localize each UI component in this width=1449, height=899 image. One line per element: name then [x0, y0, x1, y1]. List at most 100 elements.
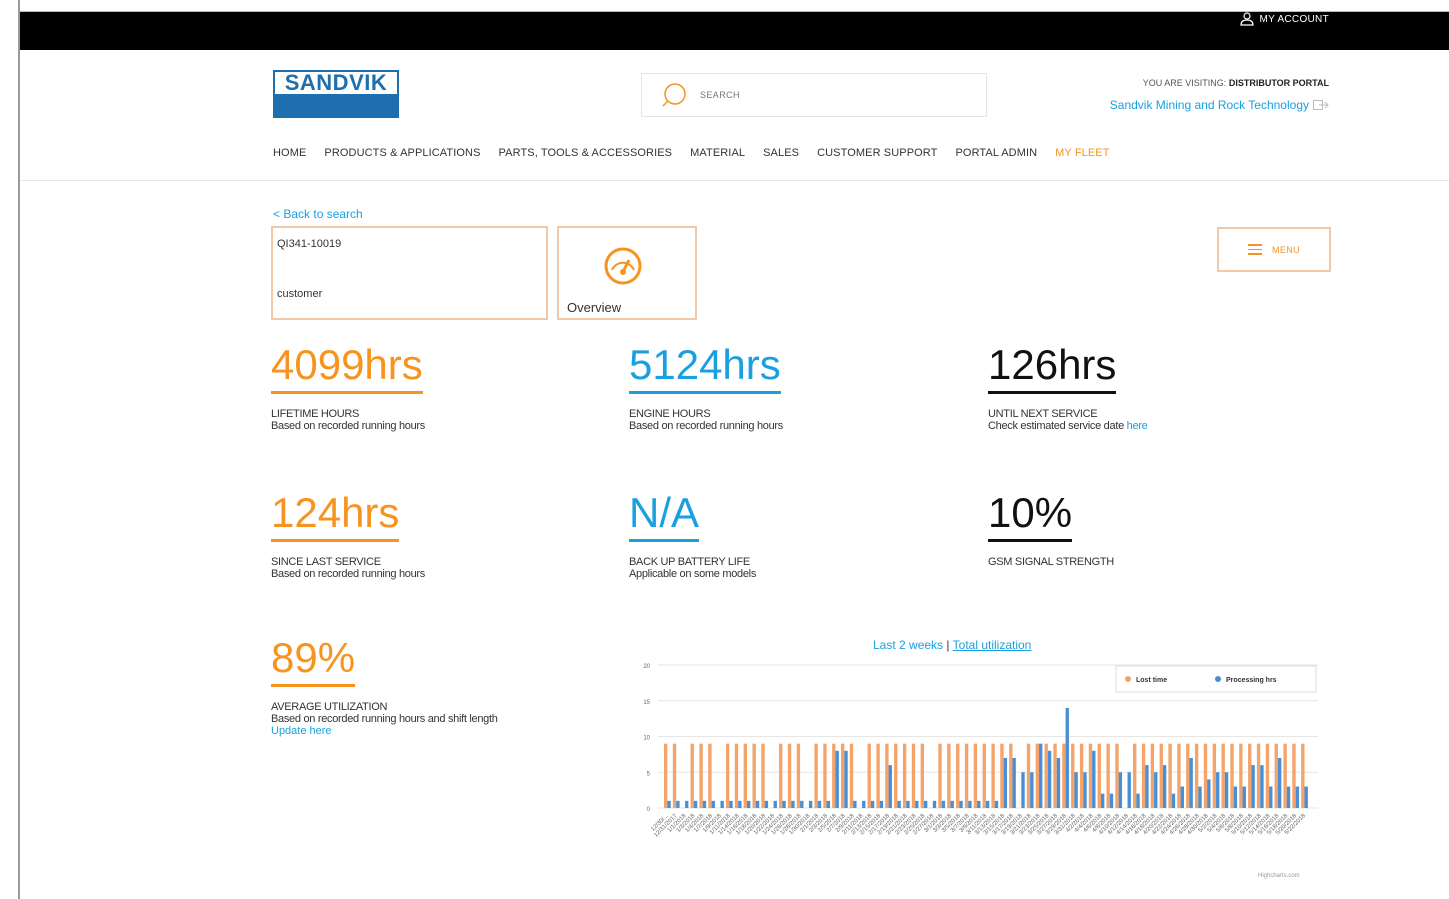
- bar-lost-time: [1177, 743, 1181, 808]
- bar-processing-hrs: [959, 800, 963, 808]
- nav-item-sales[interactable]: SALES: [763, 147, 799, 159]
- stat-label: SINCE LAST SERVICE: [271, 556, 381, 568]
- stat-label: BACK UP BATTERY LIFE: [629, 556, 750, 568]
- bar-lost-time: [1115, 743, 1119, 808]
- stat-value[interactable]: 89%: [271, 634, 356, 687]
- bar-processing-hrs: [870, 800, 875, 808]
- overview-label: Overview: [567, 300, 622, 315]
- sandvik-logo[interactable]: SANDVIK: [273, 70, 399, 118]
- stat-label: ENGINE HOURS: [629, 408, 711, 420]
- stat-value[interactable]: N/A: [629, 489, 700, 542]
- bar-processing-hrs: [1162, 765, 1167, 808]
- logo-text: SANDVIK: [275, 72, 397, 94]
- bar-processing-hrs: [1109, 793, 1114, 808]
- y-tick-label: 20: [643, 664, 650, 670]
- nav-item-products-applications[interactable]: PRODUCTS & APPLICATIONS: [324, 147, 480, 159]
- bar-lost-time: [1274, 743, 1278, 808]
- nav-item-material[interactable]: MATERIAL: [690, 147, 745, 159]
- bar-processing-hrs: [720, 800, 724, 808]
- nav-item-customer-support[interactable]: CUSTOMER SUPPORT: [817, 147, 937, 159]
- bar-processing-hrs: [985, 800, 990, 808]
- bar-processing-hrs: [1012, 757, 1016, 808]
- bar-lost-time: [867, 743, 871, 808]
- bar-processing-hrs: [693, 800, 698, 808]
- top-bar: [20, 12, 1449, 50]
- bar-lost-time: [1088, 743, 1093, 808]
- window-top-edge: [0, 0, 1449, 12]
- y-tick-label: 15: [643, 700, 650, 706]
- bar-lost-time: [779, 743, 783, 808]
- overview-button[interactable]: Overview: [557, 226, 697, 320]
- window-left-edge: [0, 0, 20, 899]
- stat-value[interactable]: 10%: [988, 489, 1073, 542]
- bar-lost-time: [1292, 743, 1296, 808]
- nav-item-my-fleet[interactable]: MY FLEET: [1055, 147, 1109, 159]
- service-date-link[interactable]: here: [1127, 420, 1148, 432]
- bar-processing-hrs: [1065, 707, 1069, 808]
- stat-value[interactable]: 126hrs: [988, 341, 1117, 394]
- bar-processing-hrs: [791, 800, 795, 808]
- bar-processing-hrs: [1295, 786, 1300, 808]
- machine-customer: customer: [277, 288, 323, 300]
- bar-processing-hrs: [1277, 757, 1282, 808]
- my-account-link[interactable]: MY ACCOUNT: [1239, 12, 1330, 26]
- nav-item-parts-tools-accessories[interactable]: PARTS, TOOLS & ACCESSORIES: [499, 147, 673, 159]
- bar-processing-hrs: [1304, 786, 1308, 808]
- bar-lost-time: [1265, 743, 1270, 808]
- bar-processing-hrs: [747, 800, 751, 808]
- bar-processing-hrs: [853, 800, 857, 808]
- search-box[interactable]: [641, 73, 987, 117]
- bar-processing-hrs: [676, 800, 680, 808]
- menu-button[interactable]: MENU: [1217, 227, 1331, 272]
- bar-lost-time: [787, 743, 792, 808]
- bar-lost-time: [1106, 743, 1110, 808]
- bar-processing-hrs: [667, 800, 671, 808]
- stat-average-utilization: 89% AVERAGE UTILIZATION Based on recorde…: [271, 634, 498, 737]
- bar-processing-hrs: [1171, 793, 1176, 808]
- bar-lost-time: [1212, 743, 1217, 808]
- utilization-chart: 0510152012/30/...12/31/20171/1/20181/3/2…: [643, 664, 1318, 839]
- bar-lost-time: [725, 743, 730, 808]
- bar-processing-hrs: [879, 800, 884, 808]
- bar-processing-hrs: [1030, 772, 1034, 808]
- speedometer-icon: [604, 247, 642, 285]
- bar-lost-time: [840, 743, 845, 808]
- bar-lost-time: [1150, 743, 1155, 808]
- bar-lost-time: [964, 743, 969, 808]
- bar-lost-time: [814, 743, 818, 808]
- bar-processing-hrs: [950, 800, 954, 808]
- nav-item-home[interactable]: HOME: [273, 147, 306, 159]
- visiting-prefix: YOU ARE VISITING:: [1142, 78, 1227, 88]
- bar-processing-hrs: [941, 800, 946, 808]
- back-to-search-link[interactable]: < Back to search: [273, 207, 363, 221]
- bar-lost-time: [664, 743, 668, 808]
- tab-total-utilization[interactable]: Total utilization: [953, 638, 1032, 652]
- bar-processing-hrs: [1127, 772, 1131, 808]
- bar-processing-hrs: [1233, 786, 1238, 808]
- bar-lost-time: [894, 743, 898, 808]
- bar-processing-hrs: [1251, 765, 1255, 808]
- visiting-portal: DISTRIBUTOR PORTAL: [1228, 78, 1329, 88]
- nav-item-portal-admin[interactable]: PORTAL ADMIN: [955, 147, 1037, 159]
- company-link-label: Sandvik Mining and Rock Technology: [1109, 98, 1309, 112]
- bar-processing-hrs: [1039, 743, 1043, 808]
- bar-lost-time: [1079, 743, 1084, 808]
- search-icon: [662, 83, 686, 107]
- bar-lost-time: [849, 743, 854, 808]
- stat-value[interactable]: 4099hrs: [271, 341, 423, 394]
- bar-lost-time: [956, 743, 960, 808]
- bar-processing-hrs: [923, 800, 928, 808]
- tab-last-2-weeks[interactable]: Last 2 weeks: [873, 638, 943, 652]
- bar-lost-time: [708, 743, 712, 808]
- update-here-link[interactable]: Update here: [271, 725, 498, 737]
- search-input[interactable]: [698, 89, 952, 101]
- company-portal-link[interactable]: Sandvik Mining and Rock Technology: [1110, 98, 1329, 112]
- bar-lost-time: [1194, 743, 1199, 808]
- bar-lost-time: [938, 743, 942, 808]
- bar-processing-hrs: [1056, 757, 1061, 808]
- bar-lost-time: [1071, 743, 1075, 808]
- bar-lost-time: [690, 743, 694, 808]
- stat-value[interactable]: 5124hrs: [629, 341, 781, 394]
- hamburger-icon: [1247, 241, 1262, 258]
- stat-value[interactable]: 124hrs: [271, 489, 400, 542]
